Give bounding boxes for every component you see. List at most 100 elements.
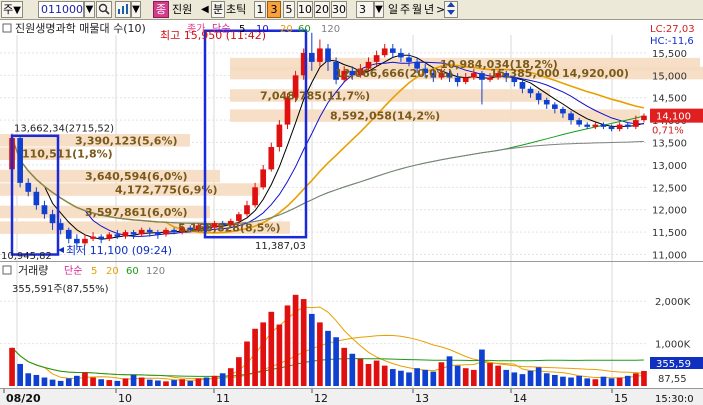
volume-bar xyxy=(511,372,518,386)
volume-bar xyxy=(187,380,194,386)
date-label: 14 xyxy=(513,392,527,405)
candle-body xyxy=(568,113,574,121)
volume-bar xyxy=(487,363,493,386)
candle-body xyxy=(260,169,267,188)
interval-label: 10 xyxy=(298,3,312,16)
volume-axis: 2,000K 1,000K 355,59 87,55 xyxy=(650,297,703,385)
volume-bar xyxy=(479,349,485,386)
volume-profile-label: 5,168,828(8,5%) xyxy=(178,222,281,235)
title-checkbox[interactable] xyxy=(2,23,12,33)
volume-bar xyxy=(438,362,445,386)
price-chart-panel[interactable]: 10,984,034(18,2%) 12,066,666(20,0%) 15,385… xyxy=(0,21,703,262)
date-label: 13 xyxy=(415,392,429,405)
count-select[interactable]: 3 xyxy=(356,1,374,18)
volume-bar xyxy=(276,324,283,386)
stock-code-dropdown[interactable]: ▼ xyxy=(84,1,95,18)
volume-bar xyxy=(503,369,510,386)
volume-bar xyxy=(325,330,331,386)
candle-body xyxy=(535,93,542,100)
volume-bar xyxy=(519,374,526,386)
search-icon xyxy=(98,3,110,15)
volume-bar xyxy=(470,369,477,386)
interval-button-1[interactable]: 1 xyxy=(254,1,266,18)
chart-toolbar: 주▼ 011000 ▼ ▼ 종 진원 ◀ 분 초틱 1 3 5 10 20 30… xyxy=(0,0,703,20)
volume-profile-label: 14,920,00) xyxy=(562,67,629,80)
candle-body xyxy=(454,77,461,83)
sort-button[interactable] xyxy=(444,1,458,18)
candle-body xyxy=(308,52,315,62)
chart-type-arrow-icon: ▼ xyxy=(132,4,140,15)
volume-bar xyxy=(195,378,202,386)
candle-body xyxy=(90,236,96,239)
volume-profile-label: 15,385,000 xyxy=(490,67,560,80)
volume-chart[interactable]: 2,000K 1,000K 355,59 87,55 거래량 단순 5 20 60 1… xyxy=(0,262,703,389)
candle-body xyxy=(244,205,250,215)
period-mode-select[interactable]: 주▼ xyxy=(1,1,23,18)
candle-body xyxy=(106,234,113,239)
date-label: 08/20 xyxy=(6,392,41,405)
volume-bar xyxy=(495,365,501,386)
volume-chart-panel[interactable]: 2,000K 1,000K 355,59 87,55 거래량 단순 5 20 60 1… xyxy=(0,261,703,389)
volume-bar xyxy=(122,378,129,386)
date-label: 12 xyxy=(314,392,328,405)
volume-profile-label: 110,511(1,8%) xyxy=(22,148,113,161)
price-tick-label: 15,000 xyxy=(652,71,687,82)
candle-body xyxy=(560,108,566,114)
legend-close-label: 종가 xyxy=(187,23,205,35)
interval-button-20[interactable]: 20 xyxy=(314,1,330,18)
chart-title: 진원생명과학 매물대 수(10) xyxy=(15,22,146,35)
candle-body xyxy=(462,77,469,83)
price-tick-label: 12,000 xyxy=(652,206,687,217)
volume-bar xyxy=(284,305,291,386)
volume-bar xyxy=(130,374,137,386)
volume-bar xyxy=(560,376,566,386)
month-button[interactable]: 월 xyxy=(412,2,422,17)
candle-body xyxy=(479,73,485,80)
volume-bar xyxy=(341,347,348,386)
candle-body xyxy=(130,232,137,235)
volume-bar xyxy=(57,380,64,386)
candle-body xyxy=(171,229,177,233)
candle-body xyxy=(616,124,623,130)
search-button[interactable] xyxy=(96,1,112,18)
volume-bar xyxy=(414,368,420,386)
stock-code-input[interactable]: 011000 xyxy=(38,1,84,18)
stock-info-badge[interactable]: 종 xyxy=(153,1,169,18)
candle-body xyxy=(268,147,275,170)
week-button[interactable]: 주 xyxy=(400,2,410,17)
period-mode-label: 주 xyxy=(3,3,14,16)
chart-type-dropdown[interactable]: ▼ xyxy=(131,1,141,18)
volume-bar xyxy=(527,370,534,386)
price-chart[interactable]: 10,984,034(18,2%)12,066,666(20,0%) 15,385… xyxy=(0,21,703,262)
candle-body xyxy=(389,48,396,53)
right-volume-pct: 87,55 xyxy=(658,374,687,385)
year-button[interactable]: 년 xyxy=(424,2,434,17)
volume-bar xyxy=(106,380,113,386)
volume-bar xyxy=(430,371,437,386)
candle-body xyxy=(592,124,599,127)
volume-legend-ma-20: 20 xyxy=(106,266,119,277)
chart-type-button[interactable] xyxy=(115,1,131,18)
interval-label: 20 xyxy=(315,3,329,16)
prev-period-arrow-icon[interactable]: ◀ xyxy=(201,2,209,17)
count-arrow-icon: ▼ xyxy=(375,4,383,15)
stock-name-short: 진원 xyxy=(172,3,193,16)
tick-label[interactable]: 초틱 xyxy=(226,2,246,17)
interval-button-30[interactable]: 30 xyxy=(331,1,347,18)
day-button[interactable]: 일 xyxy=(388,2,398,17)
price-tick-label: 11,500 xyxy=(652,228,687,239)
interval-button-3-selected[interactable]: 3 xyxy=(267,1,281,18)
volume-bar xyxy=(219,373,226,386)
volume-bar xyxy=(552,374,558,386)
volume-bar xyxy=(82,372,88,386)
interval-button-10[interactable]: 10 xyxy=(297,1,313,18)
minute-unit-button[interactable]: 분 xyxy=(211,1,225,18)
volume-checkbox[interactable] xyxy=(2,265,12,275)
volume-legend-ma-120: 120 xyxy=(146,266,165,277)
volume-bar xyxy=(98,379,104,386)
count-dropdown[interactable]: ▼ xyxy=(374,1,384,18)
stock-code-value: 011000 xyxy=(41,3,83,16)
interval-button-5[interactable]: 5 xyxy=(283,1,295,18)
high-value-label: 13,662,34(2715,52) xyxy=(14,123,114,134)
candle-body xyxy=(406,57,412,62)
